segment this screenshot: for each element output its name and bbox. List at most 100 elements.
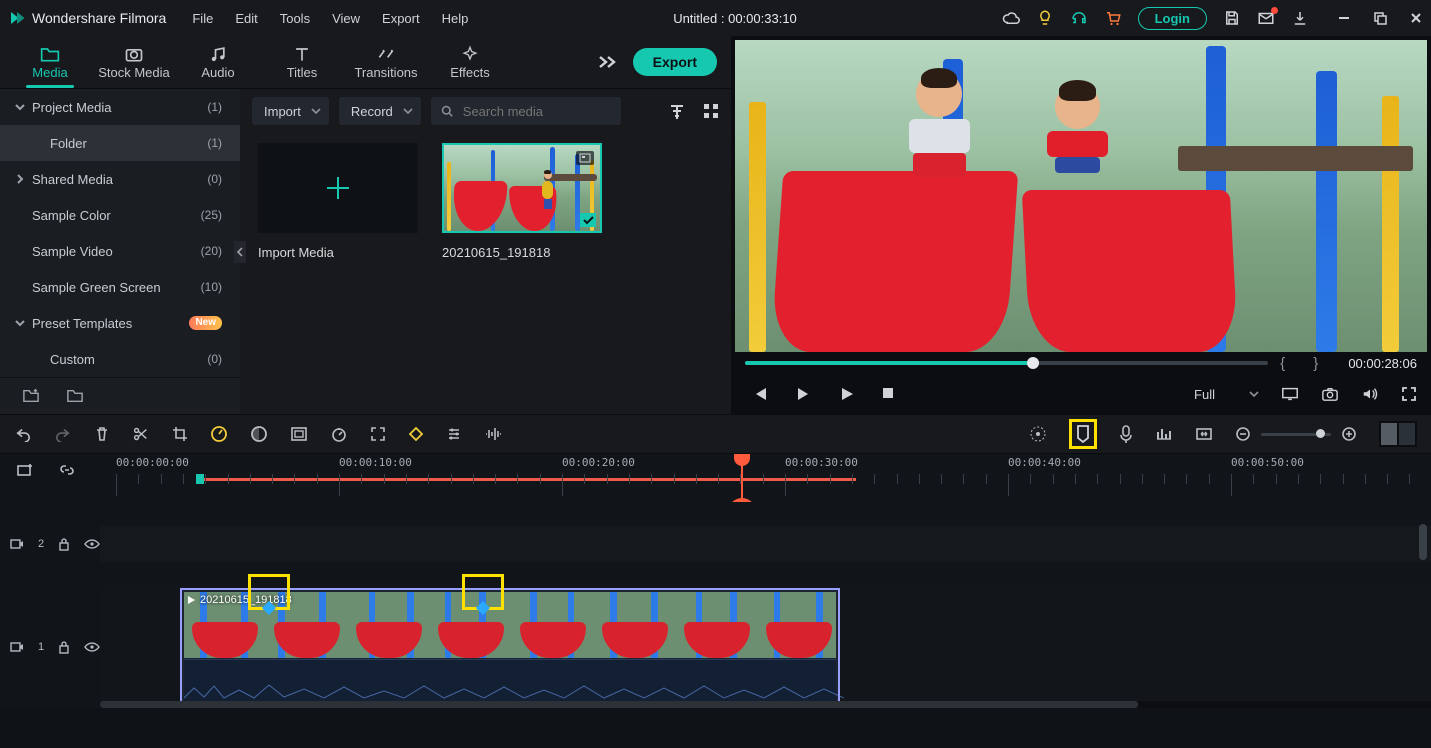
voiceover-icon[interactable] [1119,424,1133,444]
stop-icon[interactable] [881,386,895,400]
menu-edit[interactable]: Edit [235,11,257,26]
speedometer-icon[interactable] [330,425,348,443]
menu-tools[interactable]: Tools [280,11,310,26]
app-logo: Wondershare Filmora [8,9,166,27]
collapse-sidebar-button[interactable] [234,241,246,263]
sidebar-item-sample-green-screen[interactable]: Sample Green Screen (10) [0,269,240,305]
tab-transitions[interactable]: Transitions [344,36,428,88]
eye-icon[interactable] [84,538,100,550]
tab-titles[interactable]: Titles [260,36,344,88]
render-preview-icon[interactable] [1029,425,1047,443]
sidebar-item-sample-color[interactable]: Sample Color (25) [0,197,240,233]
step-forward-icon[interactable] [795,386,813,402]
sidebar-item-folder[interactable]: Folder (1) [0,125,240,161]
import-media-tile[interactable]: Import Media [258,143,418,260]
search-media[interactable] [431,97,621,125]
track-manager-icon[interactable] [1379,421,1417,447]
lock-icon[interactable] [58,640,70,654]
export-button[interactable]: Export [633,48,717,76]
volume-icon[interactable] [1361,386,1379,402]
fit-icon[interactable] [370,426,386,442]
link-icon[interactable] [58,462,76,478]
play-icon[interactable] [839,386,855,402]
add-track-icon[interactable] [16,462,34,478]
sidebar-item-count: (10) [201,280,222,294]
zoom-slider[interactable] [1261,433,1331,436]
sidebar-item-custom[interactable]: Custom (0) [0,341,240,377]
redo-icon[interactable] [54,426,72,442]
green-screen-icon[interactable] [290,426,308,442]
folder-icon[interactable] [66,388,84,404]
maximize-icon[interactable] [1373,11,1387,25]
cloud-icon[interactable] [1002,9,1020,27]
snapshot-icon[interactable] [1321,386,1339,402]
ruler-label: 00:00:50:00 [1231,456,1304,469]
media-clip-tile[interactable]: 20210615_191818 [442,143,602,260]
split-icon[interactable] [132,426,150,442]
keyframe-icon[interactable] [408,426,424,442]
eye-icon[interactable] [84,641,100,653]
lock-icon[interactable] [58,537,70,551]
timeline-horizontal-scrollbar-thumb[interactable] [100,701,1138,708]
record-dropdown[interactable]: Record [339,97,421,125]
sidebar-item-preset-templates[interactable]: Preset Templates New [0,305,240,341]
minimize-icon[interactable] [1337,11,1351,25]
fullscreen-icon[interactable] [1401,386,1417,402]
text-icon [292,45,312,63]
preview-quality-dropdown[interactable]: Full [1194,387,1259,402]
display-icon[interactable] [1281,386,1299,402]
save-icon[interactable] [1223,9,1241,27]
timeline-vertical-scrollbar[interactable] [1419,524,1427,560]
menu-help[interactable]: Help [442,11,469,26]
color-icon[interactable] [250,425,268,443]
preview-timecode: 00:00:28:06 [1348,356,1417,371]
tab-stock-media[interactable]: Stock Media [92,36,176,88]
search-input[interactable] [461,103,611,120]
tab-effects[interactable]: Effects [428,36,512,88]
sidebar-item-sample-video[interactable]: Sample Video (20) [0,233,240,269]
undo-icon[interactable] [14,426,32,442]
import-dropdown[interactable]: Import [252,97,329,125]
menu-file[interactable]: File [192,11,213,26]
track-header-2[interactable]: 2 [0,526,100,562]
messages-button[interactable] [1257,9,1275,27]
preview-scrubber[interactable] [745,361,1268,365]
ruler-track[interactable]: 00:00:00:00 00:00:10:00 00:00:20:00 00:0… [116,454,1431,502]
crop-icon[interactable] [172,426,188,442]
menu-view[interactable]: View [332,11,360,26]
tab-transitions-label: Transitions [354,65,417,80]
login-button[interactable]: Login [1138,7,1207,30]
timeline-horizontal-scrollbar[interactable] [100,701,1431,708]
menu-export[interactable]: Export [382,11,420,26]
sidebar-item-project-media[interactable]: Project Media (1) [0,89,240,125]
fit-timeline-icon[interactable] [1195,427,1213,441]
grid-view-icon[interactable] [703,103,719,119]
track-header-1[interactable]: 1 [0,586,100,708]
audio-mixer-icon[interactable] [1155,426,1173,442]
tab-audio[interactable]: Audio [176,36,260,88]
cart-icon[interactable] [1104,9,1122,27]
work-area-start-flag[interactable] [196,474,204,484]
preview-video[interactable] [735,40,1427,352]
sliders-icon[interactable] [446,426,462,442]
more-tabs-icon[interactable] [597,54,619,70]
new-folder-icon[interactable] [22,388,40,404]
speed-icon[interactable] [210,425,228,443]
marker-braces[interactable]: { } [1280,355,1330,372]
delete-icon[interactable] [94,426,110,442]
download-icon[interactable] [1291,9,1309,27]
marker-icon[interactable] [1074,424,1092,444]
audio-waveform-icon[interactable] [484,426,502,442]
tab-media[interactable]: Media [8,36,92,88]
track-lane-2[interactable] [100,526,1431,562]
headset-icon[interactable] [1070,9,1088,27]
filter-icon[interactable] [669,103,685,119]
step-back-icon[interactable] [751,386,769,402]
track-area[interactable]: 20210615_191818 [100,502,1431,708]
sidebar-item-shared-media[interactable]: Shared Media (0) [0,161,240,197]
lightbulb-icon[interactable] [1036,9,1054,27]
close-icon[interactable] [1409,11,1423,25]
zoom-in-icon[interactable] [1341,426,1357,442]
timeline-toolbar [0,414,1431,454]
zoom-out-icon[interactable] [1235,426,1251,442]
